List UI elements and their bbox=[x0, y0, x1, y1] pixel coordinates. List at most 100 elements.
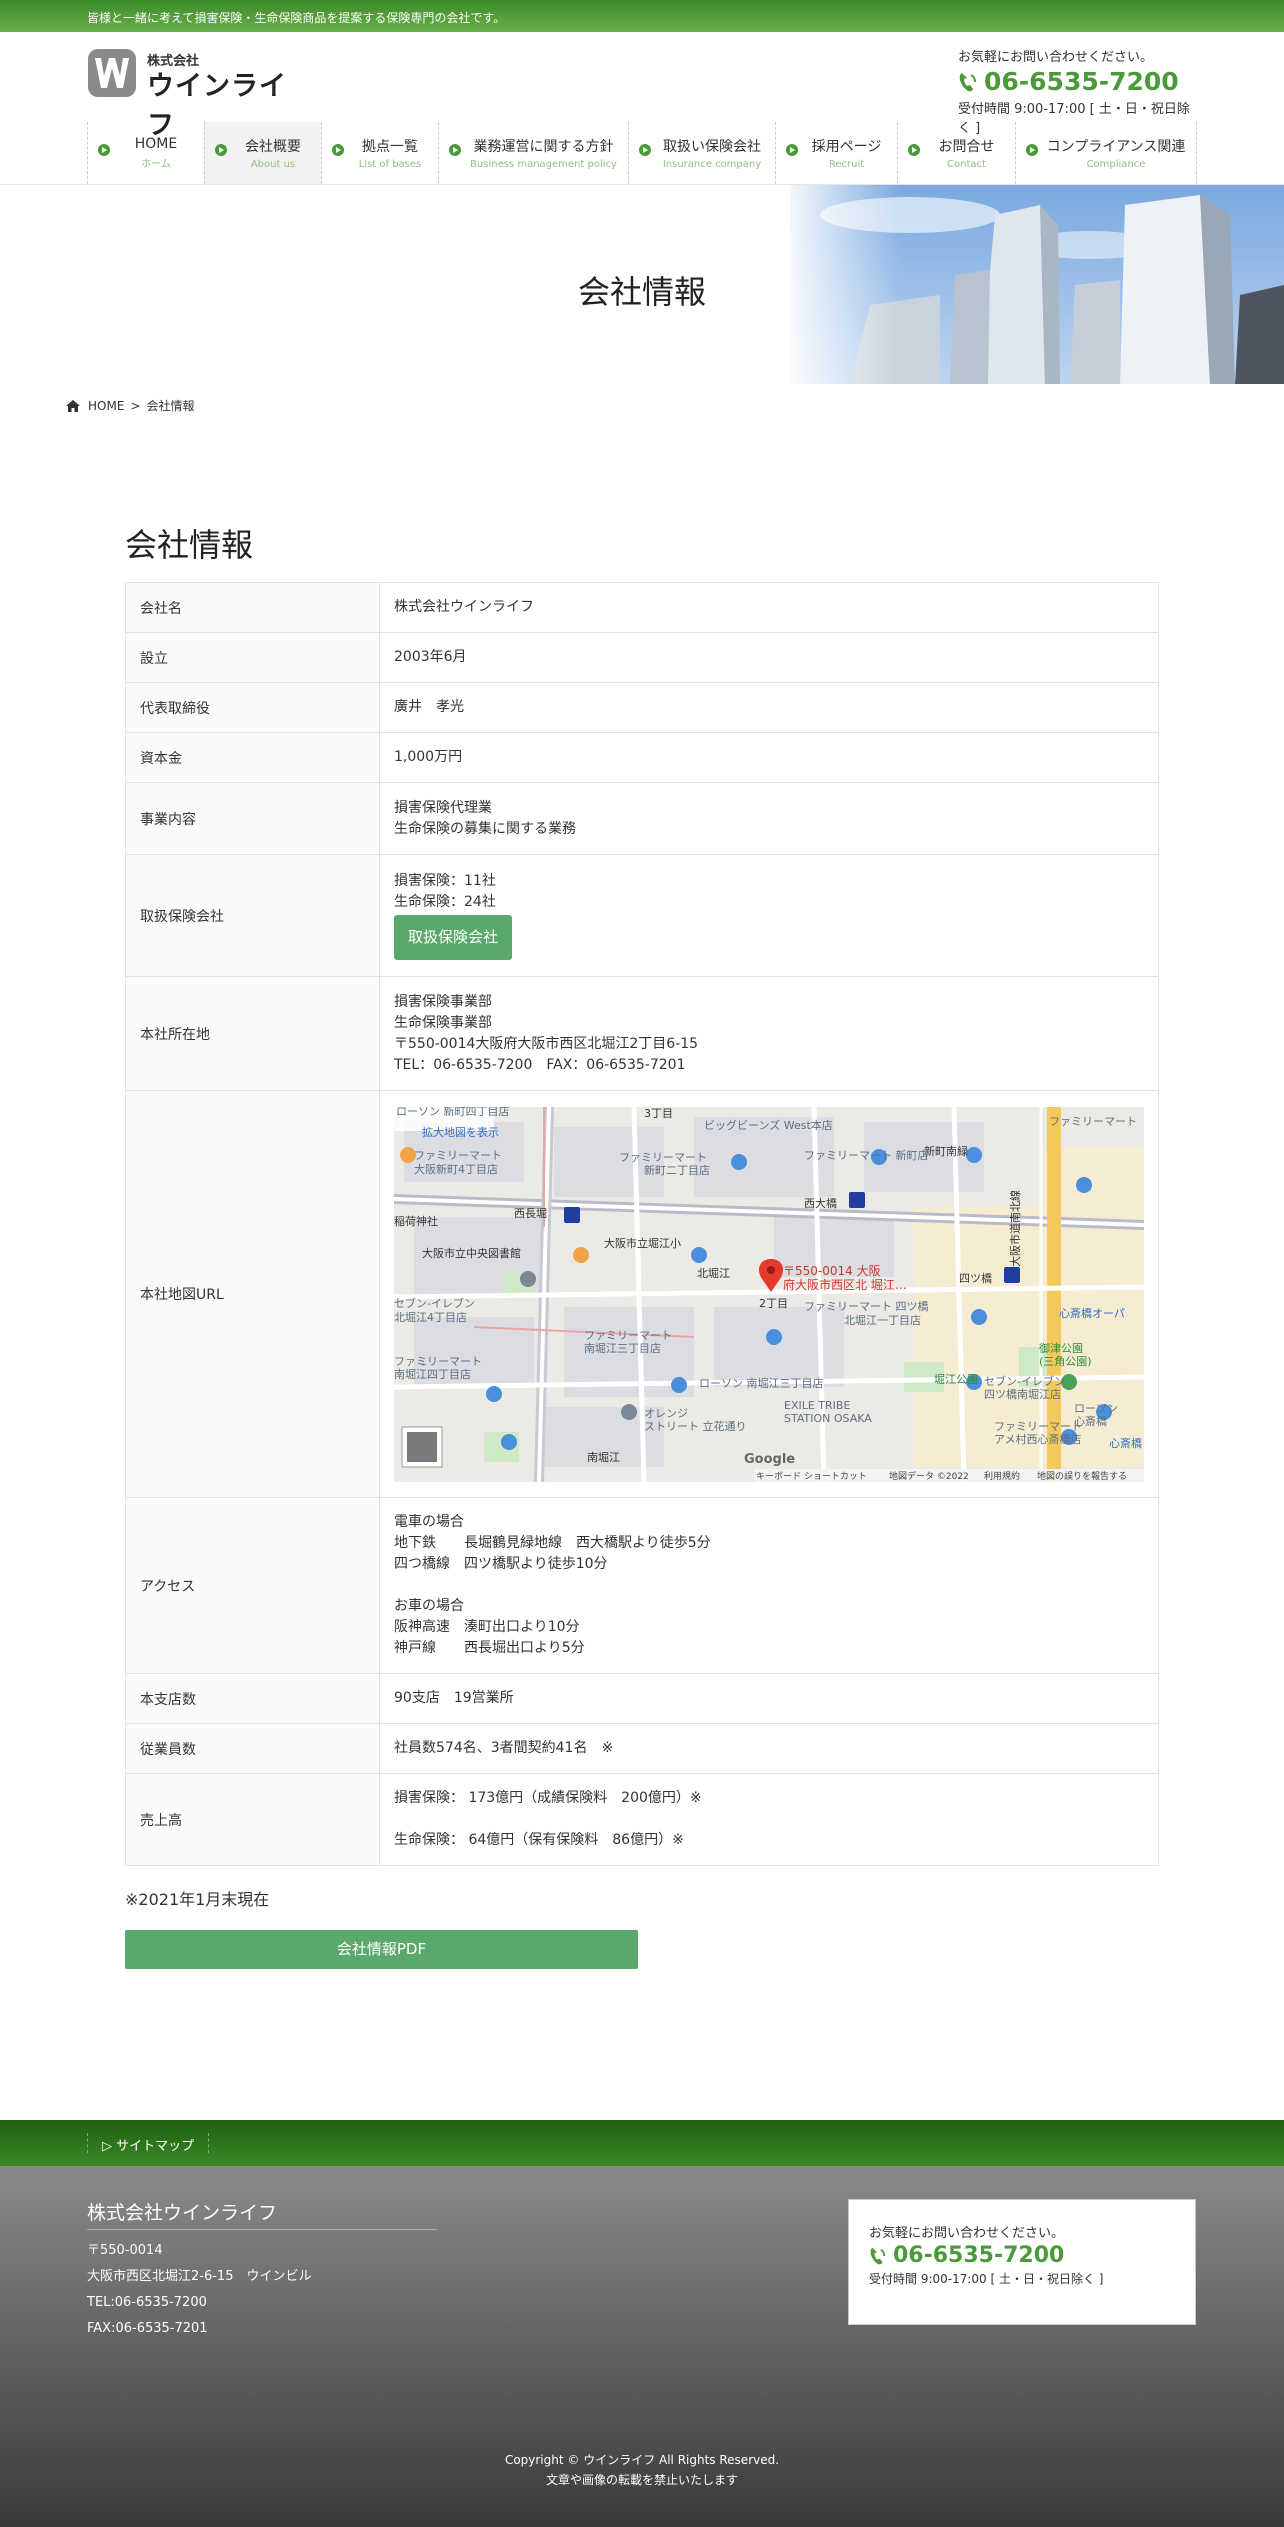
value-line: 損害保険： 173億円（成績保険料 200億円）※ bbox=[394, 1790, 702, 1806]
footer-address-block: 〒550-0014 大阪市西区北堀江2-6-15 ウインビル TEL:06-65… bbox=[87, 2238, 311, 2342]
row-value: 株式会社ウインライフ bbox=[379, 582, 1159, 633]
breadcrumb-separator: > bbox=[130, 398, 141, 413]
footer-box-tel: 06-6535-7200 bbox=[893, 2243, 1065, 2268]
map-label: 大阪市立堀江小 bbox=[604, 1236, 681, 1250]
nav-bullet-icon bbox=[1026, 144, 1038, 156]
header-tel: 06-6535-7200 bbox=[984, 67, 1179, 96]
company-pdf-button[interactable]: 会社情報PDF bbox=[125, 1930, 638, 1969]
nav-sublabel: Business management policy bbox=[470, 159, 617, 170]
copyright-text: Copyright © ウインライフ All Rights Reserved. bbox=[504, 2453, 780, 2467]
nav-bullet-icon bbox=[908, 144, 920, 156]
breadcrumb: HOME > 会社情報 bbox=[66, 397, 194, 414]
map-label: オレンジ bbox=[644, 1407, 688, 1420]
table-row: 本社所在地 損害保険事業部 生命保険事業部 〒550-0014大阪府大阪市西区北… bbox=[125, 976, 1159, 1091]
row-label: 資本金 bbox=[125, 732, 380, 783]
footer-address: 大阪市西区北堀江2-6-15 ウインビル bbox=[87, 2269, 312, 2284]
row-label: 設立 bbox=[125, 632, 380, 683]
nav-label: コンプライアンス関連 bbox=[1046, 139, 1186, 155]
map-label: 西大橋 bbox=[804, 1196, 837, 1210]
map-label: 南堀江三丁目店 bbox=[584, 1341, 661, 1355]
table-row: 代表取締役 廣井 孝光 bbox=[125, 682, 1159, 733]
map-label: ファミリーマート bbox=[584, 1329, 672, 1342]
nav-bullet-icon bbox=[786, 144, 798, 156]
nav-bullet-icon bbox=[639, 144, 651, 156]
map-label: (三角公園) bbox=[1039, 1355, 1092, 1368]
nav-sublabel: List of bases bbox=[358, 159, 422, 170]
map-label: 心斎橋 bbox=[1109, 1436, 1142, 1450]
map-label: ストリート 立花通り bbox=[644, 1419, 747, 1433]
map-shortcuts-link[interactable]: キーボード ショートカット bbox=[756, 1471, 867, 1482]
map-terms-link[interactable]: 利用規約 bbox=[984, 1470, 1020, 1482]
map-pin-label: 府大阪市西区北 堀江… bbox=[783, 1277, 907, 1292]
nav-contact[interactable]: お問合せ Contact bbox=[897, 122, 1015, 184]
map-label: 大阪市立中央図書館 bbox=[422, 1246, 521, 1260]
row-label: 代表取締役 bbox=[125, 682, 380, 733]
map-label: 3丁目 bbox=[644, 1107, 673, 1120]
logo-mark-icon bbox=[88, 49, 136, 97]
value-line: TEL：06-6535-7200 FAX：06-6535-7201 bbox=[394, 1056, 686, 1073]
nav-compliance[interactable]: コンプライアンス関連 Compliance bbox=[1015, 122, 1197, 184]
table-row: 本支店数 90支店 19営業所 bbox=[125, 1673, 1159, 1724]
row-label: 売上高 bbox=[125, 1773, 380, 1866]
contact-label: お気軽にお問い合わせください。 bbox=[958, 50, 1154, 65]
nav-insurers[interactable]: 取扱い保険会社 Insurance company bbox=[628, 122, 775, 184]
nav-bullet-icon bbox=[98, 144, 110, 156]
map-label: ローソン 新町四丁目店 bbox=[396, 1107, 510, 1118]
value-line: 〒550-0014大阪府大阪市西区北堀江2丁目6-15 bbox=[394, 1035, 699, 1052]
map-label: 2丁目 bbox=[759, 1297, 788, 1310]
table-row: 売上高 損害保険： 173億円（成績保険料 200億円）※ 生命保険： 64億円… bbox=[125, 1773, 1159, 1866]
global-nav: HOME ホーム 会社概要 About us 拠点一覧 List of base… bbox=[87, 122, 1197, 184]
map-canvas[interactable]: ローソン 新町四丁目店 3丁目 ビッグビーンズ West本店 新町南緑 ファミリ… bbox=[394, 1106, 1144, 1482]
breadcrumb-home[interactable]: HOME bbox=[88, 399, 124, 413]
value-line: お車の場合 bbox=[394, 1598, 464, 1614]
company-info-table: 会社名 株式会社ウインライフ 設立 2003年6月 代表取締役 廣井 孝光 資本… bbox=[125, 582, 1159, 1866]
map-label: ローソン bbox=[1074, 1402, 1118, 1415]
footer-contact-box: お気軽にお問い合わせください。 06-6535-7200 受付時間 9:00-1… bbox=[848, 2199, 1196, 2325]
page-hero: 会社情報 bbox=[0, 184, 1284, 384]
table-row: 設立 2003年6月 bbox=[125, 632, 1159, 683]
nav-sublabel: Compliance bbox=[1086, 159, 1146, 170]
footer-fax: FAX:06-6535-7201 bbox=[87, 2321, 208, 2336]
map-label: 大阪新町4丁目店 bbox=[414, 1162, 498, 1176]
nav-policy[interactable]: 業務運営に関する方針 Business management policy bbox=[438, 122, 628, 184]
value-line: 電車の場合 bbox=[394, 1514, 464, 1530]
nav-recruit[interactable]: 採用ページ Recruit bbox=[775, 122, 897, 184]
reprint-notice: 文章や画像の転載を禁止いたします bbox=[545, 2473, 738, 2487]
phone-icon bbox=[959, 72, 976, 91]
row-label: 事業内容 bbox=[125, 782, 380, 855]
footer-nav: ▷ サイトマップ bbox=[0, 2120, 1284, 2166]
map-label: アメ村西心斎橋店 bbox=[994, 1432, 1081, 1446]
table-row: 従業員数 社員数574名、3者間契約41名 ※ bbox=[125, 1723, 1159, 1774]
map-report-link[interactable]: 地図の誤りを報告する bbox=[1037, 1470, 1127, 1482]
map-label: セブン-イレブン bbox=[984, 1374, 1065, 1388]
map-label: 北堀江4丁目店 bbox=[394, 1310, 467, 1324]
hero-title: 会社情報 bbox=[577, 273, 706, 311]
map-enlarge-link[interactable]: 拡大地図を表示 bbox=[422, 1125, 499, 1139]
value-line: 四つ橋線 四ツ橋駅より徒歩10分 bbox=[394, 1556, 608, 1572]
value-line: 生命保険： 64億円（保有保険料 86億円）※ bbox=[394, 1832, 684, 1848]
nav-home[interactable]: HOME ホーム bbox=[87, 122, 204, 184]
map-label: ファミリーマート bbox=[394, 1355, 482, 1368]
nav-bases[interactable]: 拠点一覧 List of bases bbox=[321, 122, 438, 184]
map-label: 大阪市道南北線 bbox=[1008, 1190, 1022, 1267]
nav-about[interactable]: 会社概要 About us bbox=[204, 122, 321, 184]
row-value: 損害保険代理業 生命保険の募集に関する業務 bbox=[379, 782, 1159, 855]
map-label: ビッグビーンズ West本店 bbox=[704, 1118, 833, 1132]
page-title: 会社情報 bbox=[125, 526, 254, 564]
row-label: 取扱保険会社 bbox=[125, 854, 380, 977]
row-value: 90支店 19営業所 bbox=[379, 1673, 1159, 1724]
map-label: 稲荷神社 bbox=[394, 1214, 438, 1228]
value-line: 阪神高速 湊町出口より10分 bbox=[394, 1619, 580, 1635]
sitemap-link[interactable]: ▷ サイトマップ bbox=[87, 2133, 210, 2154]
site-logo[interactable]: 株式会社 ウインライフ bbox=[87, 46, 307, 141]
footnote: ※2021年1月末現在 bbox=[125, 1890, 270, 1909]
embedded-map[interactable]: ローソン 新町四丁目店 3丁目 ビッグビーンズ West本店 新町南緑 ファミリ… bbox=[394, 1106, 1144, 1482]
nav-sublabel: About us bbox=[250, 159, 296, 170]
footer-tel-link[interactable]: 06-6535-7200 bbox=[869, 2243, 1175, 2268]
header-tel-link[interactable]: 06-6535-7200 bbox=[958, 67, 1198, 96]
footer-contact-label: お気軽にお問い合わせください。 bbox=[869, 2226, 1065, 2241]
insurers-button[interactable]: 取扱保険会社 bbox=[394, 915, 513, 960]
table-row: 取扱保険会社 損害保険：11社 生命保険：24社 取扱保険会社 bbox=[125, 854, 1159, 977]
footer-zip: 〒550-0014 bbox=[87, 2243, 163, 2258]
map-label: 西長堀 bbox=[514, 1207, 547, 1220]
